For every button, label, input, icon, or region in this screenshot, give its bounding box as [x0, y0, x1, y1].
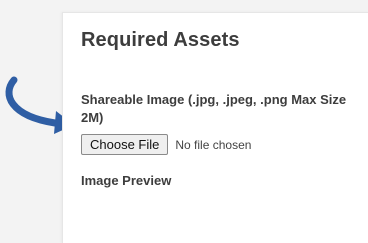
- shareable-image-label: Shareable Image (.jpg, .jpeg, .png Max S…: [81, 92, 347, 125]
- file-status-text: No file chosen: [175, 137, 252, 152]
- image-preview-label: Image Preview: [81, 173, 172, 188]
- required-assets-panel: Required Assets Shareable Image (.jpg, .…: [62, 12, 368, 243]
- choose-file-button[interactable]: Choose File: [81, 134, 169, 155]
- file-input[interactable]: Choose File No file chosen: [81, 134, 251, 155]
- section-title: Required Assets: [81, 29, 240, 51]
